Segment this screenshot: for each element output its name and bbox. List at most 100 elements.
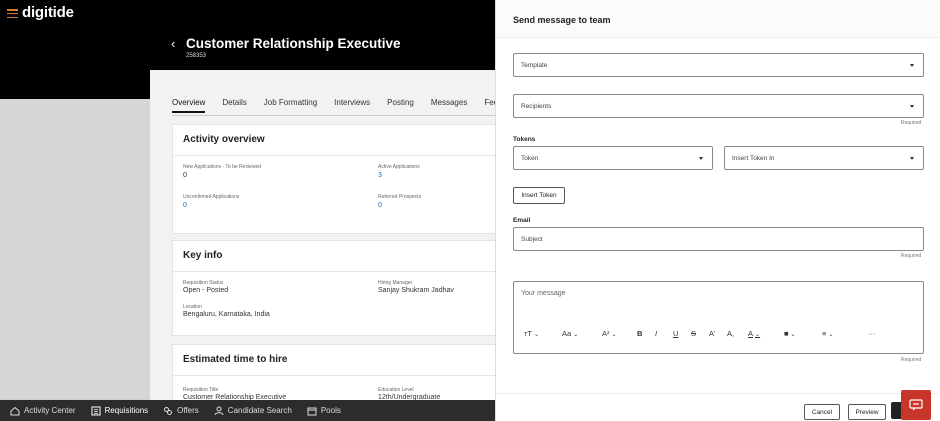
chevron-down-icon: ⌄	[534, 332, 540, 338]
requisition-tabs: Overview Details Job Formatting Intervie…	[172, 98, 495, 113]
strikethrough-icon[interactable]: S	[691, 329, 696, 338]
field-value: Open - Posted	[183, 287, 229, 294]
font-size-icon: Aa	[562, 329, 572, 338]
drawer-header: Send message to team	[496, 0, 940, 38]
nav-label: Offers	[177, 406, 199, 415]
text-size-icon: A²	[602, 329, 610, 338]
bold-icon[interactable]: B	[637, 329, 642, 338]
send-button[interactable]	[891, 402, 901, 419]
requisition-number: 258353	[186, 53, 207, 59]
superscript-icon[interactable]: A'	[709, 329, 715, 338]
tab-feedback[interactable]: Feedb	[484, 98, 495, 113]
email-label: Email	[513, 217, 531, 224]
tab-interviews[interactable]: Interviews	[334, 98, 370, 113]
template-select[interactable]: Template	[513, 53, 924, 77]
superscript-size-tool[interactable]: A² ⌄	[602, 329, 617, 338]
caret-down-icon	[910, 64, 914, 67]
font-size-tool[interactable]: Aa ⌄	[562, 329, 578, 338]
recipients-select[interactable]: Recipients	[513, 94, 924, 118]
nav-candidate-search[interactable]: Candidate Search	[214, 406, 292, 416]
tab-messages[interactable]: Messages	[431, 98, 467, 113]
back-chevron-icon[interactable]: ‹	[171, 36, 175, 51]
card-divider	[173, 375, 495, 376]
bottom-navigation: Activity Center Requisitions Offers Cand…	[0, 400, 495, 421]
more-options-icon[interactable]: ···	[868, 329, 876, 338]
field-value-link[interactable]: 0	[378, 202, 382, 209]
field-label: Location	[183, 304, 202, 310]
activity-overview-card: Activity overview New Applications - To …	[172, 124, 495, 234]
subject-input[interactable]: Subject	[513, 227, 924, 251]
field-label: Hiring Manager	[378, 280, 413, 286]
caret-down-icon	[699, 157, 703, 160]
select-value: Insert Token In	[732, 155, 775, 162]
field-value: 0	[183, 172, 187, 179]
select-placeholder: Template	[521, 62, 548, 69]
chevron-down-icon: ⌄	[611, 332, 617, 338]
card-title: Key info	[183, 250, 223, 261]
hamburger-menu-icon[interactable]	[7, 9, 18, 19]
tokens-label: Tokens	[513, 136, 536, 143]
select-placeholder: Recipients	[521, 103, 552, 110]
chevron-down-icon: ⌄	[828, 332, 834, 338]
offers-icon	[164, 406, 173, 415]
font-color-tool[interactable]: A ⌄	[748, 329, 760, 338]
input-placeholder: Subject	[521, 236, 543, 243]
field-label: New Applications - To be Reviewed	[183, 164, 262, 170]
field-value-link[interactable]: 3	[378, 172, 382, 179]
font-color-icon: A	[748, 329, 754, 338]
chevron-down-icon: ⌄	[573, 332, 579, 338]
tabs-divider	[172, 115, 495, 116]
nav-offers[interactable]: Offers	[163, 406, 199, 416]
recruiting-app: digitide ‹ Customer Relationship Executi…	[0, 0, 495, 421]
preview-button[interactable]: Preview	[848, 404, 886, 420]
subscript-icon[interactable]: A,	[727, 329, 734, 338]
insert-token-in-select[interactable]: Insert Token In	[724, 146, 924, 170]
nav-requisitions[interactable]: Requisitions	[91, 406, 149, 416]
drawer-footer: Cancel Preview	[496, 393, 940, 421]
left-panel-background	[0, 99, 150, 399]
nav-pools[interactable]: Pools	[307, 406, 341, 416]
field-value-link[interactable]: 0	[183, 202, 187, 209]
field-label: Active Applications	[378, 164, 420, 170]
tab-overview[interactable]: Overview	[172, 98, 206, 113]
card-divider	[173, 155, 495, 156]
token-select[interactable]: Token	[513, 146, 713, 170]
card-title: Estimated time to hire	[183, 354, 288, 365]
insert-token-button[interactable]: Insert Token	[513, 187, 565, 204]
select-value: Token	[521, 155, 539, 162]
field-label: Unconfirmed Applications	[183, 194, 240, 200]
highlight-icon: ■	[784, 329, 789, 338]
cancel-button[interactable]: Cancel	[804, 404, 840, 420]
message-editor[interactable]: Your message тT ⌄ Aa ⌄ A² ⌄ B I U S A' A, A…	[513, 281, 924, 354]
home-icon	[10, 406, 20, 415]
nav-label: Activity Center	[24, 406, 76, 415]
highlight-tool[interactable]: ■ ⌄	[784, 329, 796, 338]
text-style-icon: тT	[524, 329, 533, 338]
nav-label: Requisitions	[104, 406, 149, 415]
field-label: Requisition Title	[183, 387, 219, 393]
field-label: Requisition Status	[183, 280, 224, 286]
align-icon: ≡	[822, 329, 827, 338]
message-placeholder: Your message	[521, 290, 566, 297]
required-note: Required	[901, 120, 922, 126]
tab-job-formatting[interactable]: Job Formatting	[264, 98, 317, 113]
text-style-tool[interactable]: тT ⌄	[524, 329, 539, 338]
nav-activity-center[interactable]: Activity Center	[10, 406, 76, 416]
card-title: Activity overview	[183, 134, 265, 145]
send-message-drawer: Send message to team Template Recipients…	[495, 0, 940, 421]
tab-details[interactable]: Details	[222, 98, 246, 113]
drawer-title: Send message to team	[513, 15, 611, 25]
requisition-title: Customer Relationship Executive	[186, 36, 401, 51]
caret-down-icon	[910, 105, 914, 108]
underline-icon[interactable]: U	[673, 329, 678, 338]
chat-button[interactable]	[901, 390, 931, 420]
field-label: Education Level	[378, 387, 414, 393]
italic-icon[interactable]: I	[655, 329, 657, 338]
app-logo: digitide	[22, 4, 74, 21]
chevron-down-icon: ⌄	[790, 332, 796, 338]
required-note: Required	[901, 253, 922, 259]
align-tool[interactable]: ≡ ⌄	[822, 329, 833, 338]
pools-icon	[307, 407, 317, 415]
tab-posting[interactable]: Posting	[387, 98, 414, 113]
field-value: Sanjay Shukram Jadhav	[378, 287, 454, 294]
